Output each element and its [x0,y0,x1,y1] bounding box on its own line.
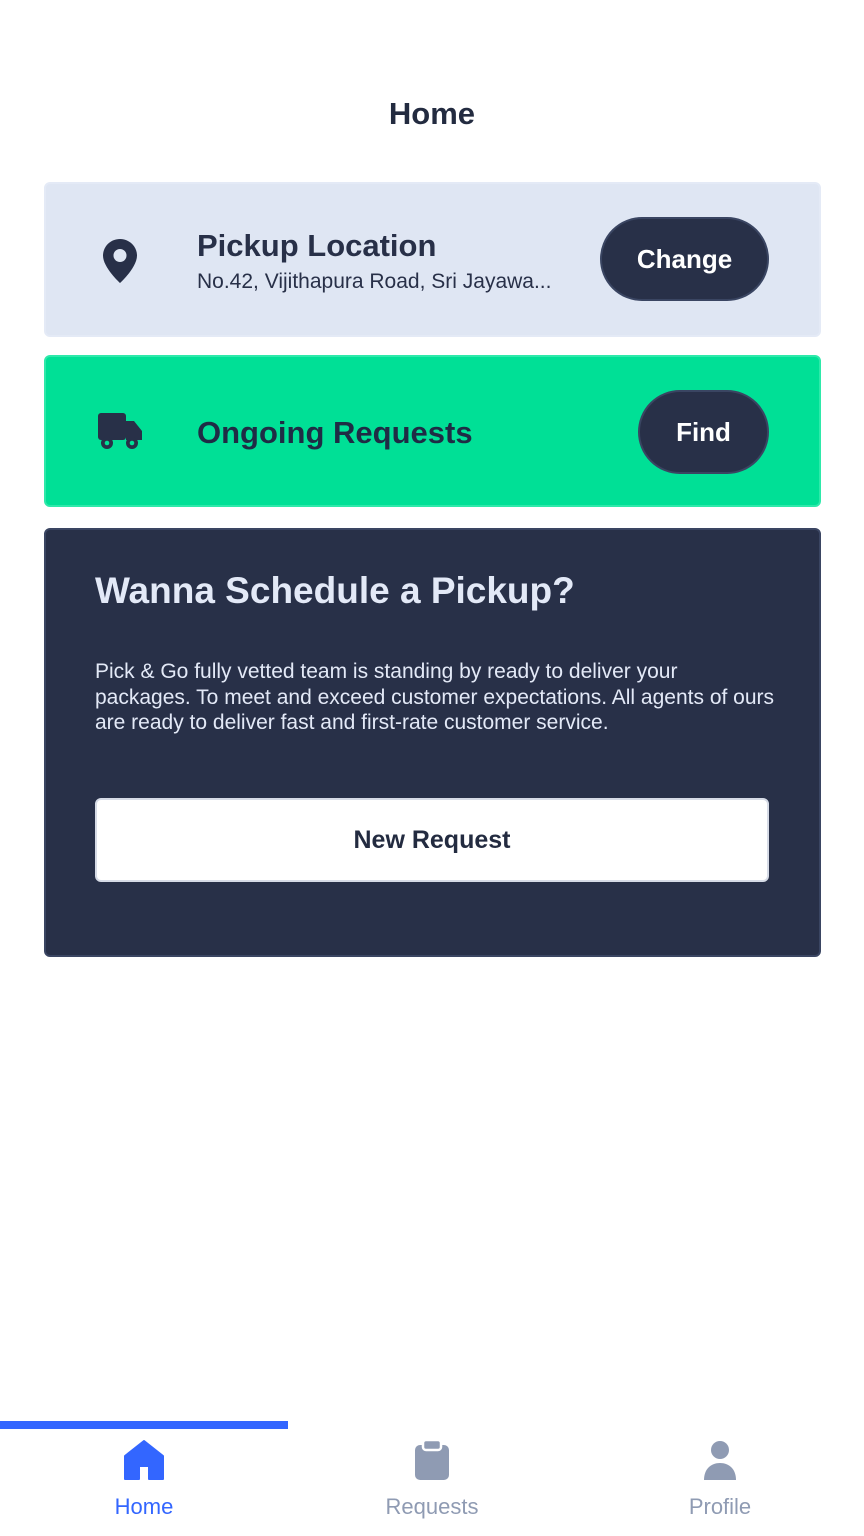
schedule-pickup-title: Wanna Schedule a Pickup? [95,570,575,611]
new-request-button[interactable]: New Request [95,798,769,882]
schedule-pickup-description: Pick & Go fully vetted team is standing … [95,660,775,734]
tab-requests-label: Requests [385,1494,479,1519]
clipboard-icon [415,1438,449,1480]
tab-home-label: Home [114,1494,174,1519]
tab-requests[interactable]: Requests [288,1430,576,1536]
person-icon [704,1441,736,1480]
truck-icon [98,413,142,449]
home-screen: Home Pickup Location No.42, Vijithapura … [0,0,864,1536]
map-pin-icon [103,239,137,283]
page-title: Home [388,96,476,131]
pickup-location-title: Pickup Location [197,228,437,263]
tab-home[interactable]: Home [0,1430,288,1536]
find-button[interactable]: Find [638,390,769,474]
pickup-location-address: No.42, Vijithapura Road, Sri Jayawa... [197,270,552,293]
tab-profile-label: Profile [688,1494,752,1519]
tab-profile[interactable]: Profile [576,1430,864,1536]
home-icon [124,1440,164,1480]
change-location-button[interactable]: Change [600,217,769,301]
ongoing-requests-title: Ongoing Requests [197,415,473,450]
active-tab-indicator [0,1421,288,1429]
